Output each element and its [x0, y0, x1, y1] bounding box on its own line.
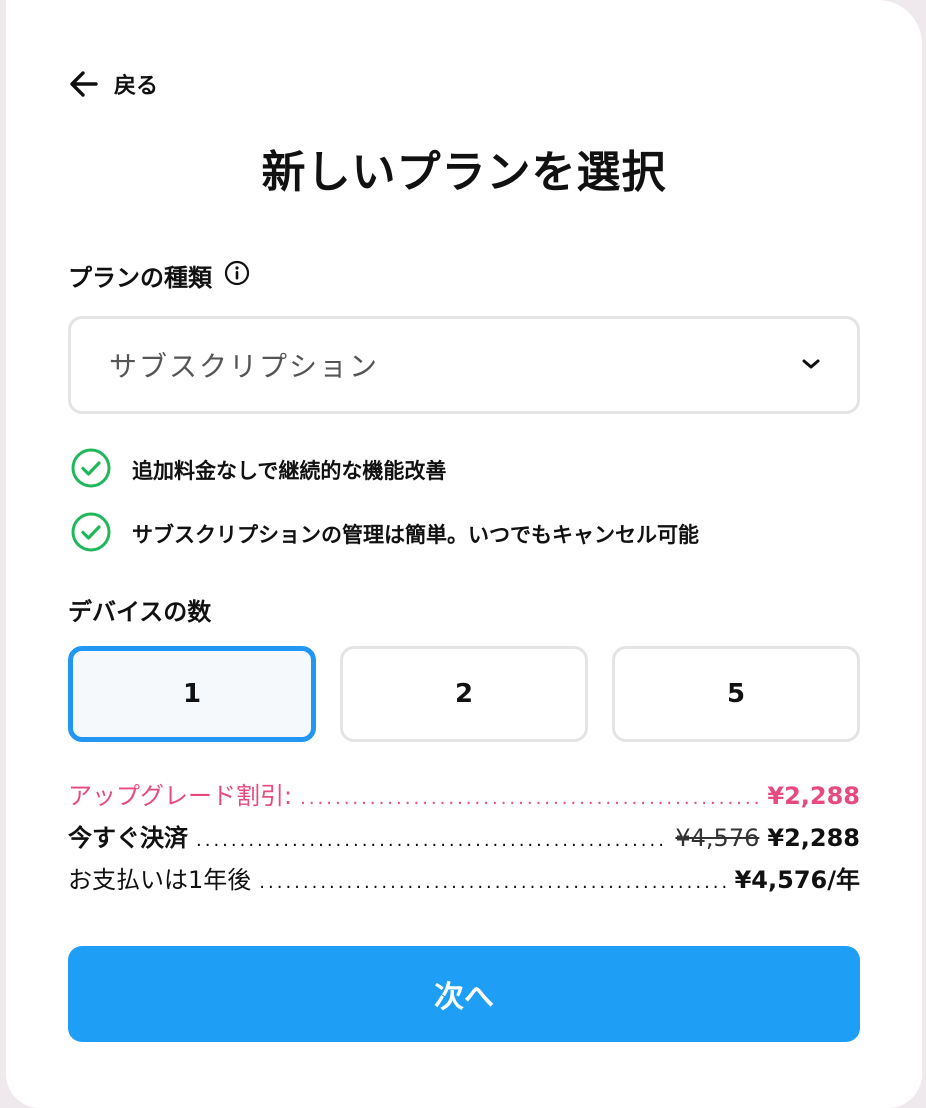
back-button[interactable]: 戻る	[68, 64, 158, 104]
price-summary: アップグレード割引: .............................…	[68, 776, 860, 902]
devices-label: デバイスの数	[68, 598, 212, 626]
renewal-row: お支払いは1年後 ...............................…	[68, 860, 860, 902]
feature-item: サブスクリプションの管理は簡単。いつでもキャンセル可能	[70, 512, 699, 556]
plan-card: 戻る 新しいプランを選択 プランの種類 サブスクリプション 追加料金なしで継続的…	[6, 0, 922, 1108]
pay-now-label: 今すぐ決済	[68, 824, 188, 852]
discount-label: アップグレード割引:	[68, 782, 293, 810]
feature-item: 追加料金なしで継続的な機能改善	[70, 448, 699, 492]
info-icon[interactable]	[224, 260, 250, 292]
plan-type-select[interactable]: サブスクリプション	[68, 316, 860, 414]
pay-now-original-price: ¥4,576	[675, 824, 760, 852]
leader-dots: ........................................…	[196, 832, 667, 850]
pay-now-row: 今すぐ決済 ..................................…	[68, 818, 860, 860]
leader-dots: ........................................…	[300, 790, 759, 808]
device-option-1[interactable]: 1	[68, 646, 316, 742]
device-option-5[interactable]: 5	[612, 646, 860, 742]
discount-row: アップグレード割引: .............................…	[68, 776, 860, 818]
feature-list: 追加料金なしで継続的な機能改善 サブスクリプションの管理は簡単。いつでもキャンセ…	[70, 448, 699, 576]
chevron-down-icon	[801, 356, 821, 375]
next-button[interactable]: 次へ	[68, 946, 860, 1042]
feature-text: 追加料金なしで継続的な機能改善	[132, 459, 447, 483]
check-circle-icon	[70, 511, 112, 558]
feature-text: サブスクリプションの管理は簡単。いつでもキャンセル可能	[132, 523, 699, 547]
back-label: 戻る	[114, 74, 159, 99]
device-count-selector: 1 2 5	[68, 646, 860, 742]
plan-type-heading: プランの種類	[68, 258, 250, 293]
arrow-left-icon	[68, 68, 100, 100]
device-option-2[interactable]: 2	[340, 646, 588, 742]
renewal-value: ¥4,576/年	[734, 866, 860, 894]
pay-now-value: ¥2,288	[767, 824, 860, 852]
page-title: 新しいプランを選択	[261, 147, 667, 198]
plan-type-label: プランの種類	[68, 264, 212, 292]
discount-value: ¥2,288	[767, 782, 860, 810]
renewal-label: お支払いは1年後	[68, 866, 252, 894]
leader-dots: ........................................…	[259, 874, 726, 892]
check-circle-icon	[70, 447, 112, 494]
plan-type-value: サブスクリプション	[109, 350, 380, 383]
